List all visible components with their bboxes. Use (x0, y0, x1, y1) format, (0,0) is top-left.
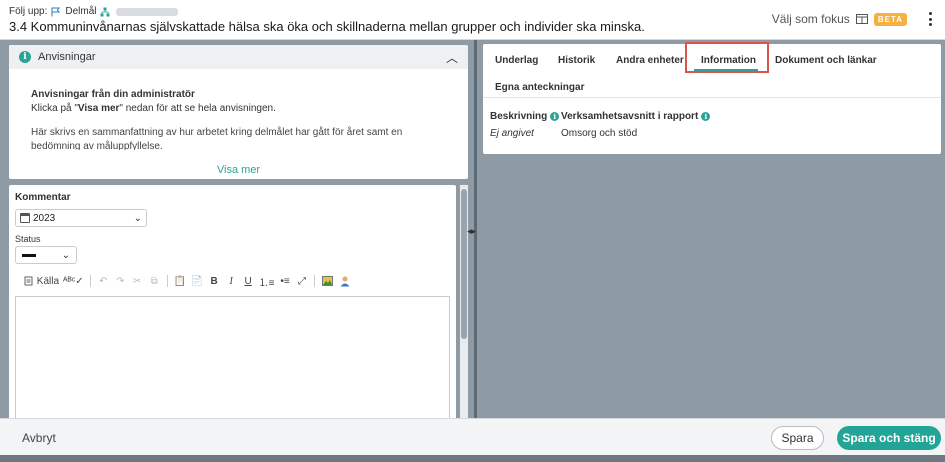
instructions-summary: Här skrivs en sammanfattning av hur arbe… (31, 127, 403, 150)
page-title: 3.4 Kommuninvånarnas självskattade hälsa… (9, 19, 645, 34)
status-select[interactable]: ⌄ (15, 246, 77, 264)
underline-button[interactable]: U (241, 274, 256, 288)
active-tab-indicator (694, 69, 758, 71)
chevron-down-icon: ⌄ (61, 249, 70, 261)
italic-button[interactable]: I (224, 274, 239, 288)
spellcheck-icon[interactable]: ᴬᴮᶜ✓ (62, 274, 85, 288)
undo-icon[interactable]: ↶ (96, 274, 111, 288)
cancel-button[interactable]: Avbryt (22, 431, 56, 445)
copy-icon[interactable]: ⧉ (147, 274, 162, 288)
breadcrumb: Följ upp: Delmål (9, 6, 179, 17)
image-icon[interactable] (320, 274, 335, 288)
save-button[interactable]: Spara (771, 426, 824, 450)
flag-icon (51, 7, 61, 16)
comment-editor[interactable] (15, 296, 450, 418)
comment-label: Kommentar (15, 192, 71, 203)
more-options-icon[interactable] (927, 12, 933, 26)
page-header: Följ upp: Delmål 3.4 Kommuninvånarnas sj… (0, 0, 945, 40)
cut-icon[interactable]: ✂ (130, 274, 145, 288)
description-label: Beskrivning i (490, 111, 560, 122)
redo-icon[interactable]: ↷ (113, 274, 128, 288)
admin-instructions-title: Anvisningar från din administratör (31, 89, 195, 100)
chevron-up-icon[interactable]: ︿ (446, 49, 458, 66)
show-more-link[interactable]: Visa mer (9, 164, 468, 176)
tab-historik[interactable]: Historik (558, 55, 595, 66)
breadcrumb-prefix: Följ upp: (9, 6, 48, 17)
toolbar-separator (89, 275, 91, 287)
paste-from-word-icon[interactable]: 📄 (190, 274, 205, 288)
tab-bar: Underlag Historik Andra enheter Informat… (483, 42, 941, 98)
toolbar-separator (314, 275, 316, 287)
calendar-icon (20, 213, 30, 223)
tab-andra-enheter[interactable]: Andra enheter (616, 55, 684, 66)
report-section-value: Omsorg och stöd (561, 128, 638, 139)
info-icon: i (19, 51, 31, 63)
scrollbar-thumb[interactable] (461, 189, 467, 339)
numbered-list-icon[interactable]: ⒈≡ (258, 274, 276, 289)
focus-label: Välj som fokus (771, 12, 850, 26)
year-value: 2023 (33, 212, 56, 224)
org-chart-icon (100, 7, 110, 16)
editor-toolbar: Källa ᴬᴮᶜ✓ ↶ ↷ ✂ ⧉ 📋 📄 B I U ⒈≡ •≡ ⤢ (23, 274, 352, 289)
blurred-unit-name (116, 7, 179, 16)
bold-button[interactable]: B (207, 274, 222, 288)
user-icon[interactable] (337, 274, 352, 288)
instructions-hint: Klicka på "Visa mer" nedan för att se he… (31, 103, 276, 114)
description-value: Ej angivet (490, 128, 534, 139)
paste-icon[interactable]: 📋 (173, 274, 188, 288)
select-focus-button[interactable]: Välj som fokus BETA (772, 12, 907, 26)
info-icon[interactable]: i (550, 112, 560, 121)
footer-bar: Avbryt Spara Spara och stäng (0, 418, 945, 455)
left-pane: i Anvisningar ︿ Anvisningar från din adm… (0, 40, 474, 418)
source-icon (24, 276, 33, 286)
info-tabs-panel: Underlag Historik Andra enheter Informat… (483, 42, 941, 154)
beta-badge: BETA (873, 12, 907, 26)
window-bottom-edge (0, 455, 945, 462)
instructions-body: Anvisningar från din administratör Klick… (9, 69, 468, 150)
status-none-indicator (22, 253, 36, 257)
breadcrumb-item-delmal[interactable]: Delmål (65, 6, 96, 17)
instructions-heading: Anvisningar (38, 51, 96, 63)
comment-panel: Kommentar 2023 ⌄ Status ⌄ Källa ᴬᴮᶜ✓ ↶ ↷… (9, 185, 456, 418)
tab-underlag[interactable]: Underlag (495, 55, 538, 66)
year-select[interactable]: 2023 ⌄ (15, 209, 147, 227)
bulleted-list-icon[interactable]: •≡ (277, 274, 292, 288)
instructions-header[interactable]: i Anvisningar ︿ (9, 45, 468, 69)
source-button[interactable]: Källa (23, 274, 60, 288)
tab-information[interactable]: Information (701, 55, 756, 66)
toolbar-separator (166, 275, 168, 287)
left-pane-scrollbar[interactable] (460, 185, 468, 418)
tab-dokument-och-lankar[interactable]: Dokument och länkar (775, 55, 877, 66)
report-section-label: Verksamhetsavsnitt i rapport i (561, 111, 711, 122)
panel-icon (855, 14, 868, 24)
chevron-down-icon: ⌄ (133, 212, 142, 224)
tab-egna-anteckningar[interactable]: Egna anteckningar (495, 82, 584, 93)
info-icon[interactable]: i (701, 112, 711, 121)
maximize-icon[interactable]: ⤢ (294, 274, 309, 288)
status-label: Status (15, 234, 41, 244)
resize-handle-icon[interactable]: ◂▸ (467, 226, 476, 237)
right-pane: Underlag Historik Andra enheter Informat… (477, 40, 945, 418)
instructions-panel: i Anvisningar ︿ Anvisningar från din adm… (9, 45, 468, 179)
save-and-close-button[interactable]: Spara och stäng (837, 426, 941, 450)
